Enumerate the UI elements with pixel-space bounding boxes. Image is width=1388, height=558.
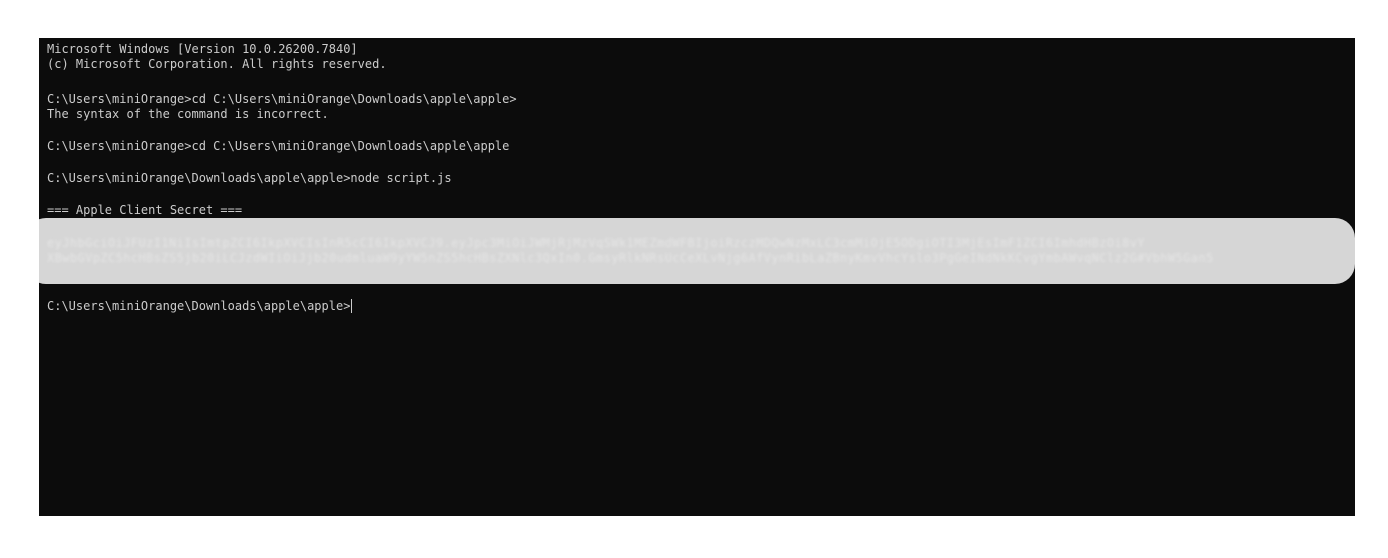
terminal-line-error: The syntax of the command is incorrect. (47, 107, 329, 121)
text-cursor (351, 299, 353, 313)
redacted-secret-block: eyJhbGciOiJFUzI1NiIsImtpZCI6IkpXVCIsInR5… (39, 218, 1355, 284)
terminal-line-command-1: C:\Users\miniOrange>cd C:\Users\miniOran… (47, 92, 517, 106)
secret-line-1: eyJhbGciOiJFUzI1NiIsImtpZCI6IkpXVCIsInR5… (47, 236, 1145, 250)
terminal-line-copyright: (c) Microsoft Corporation. All rights re… (47, 57, 387, 71)
terminal-window[interactable]: Microsoft Windows [Version 10.0.26200.78… (39, 38, 1355, 516)
terminal-line-command-3: C:\Users\miniOrange\Downloads\apple\appl… (47, 171, 452, 185)
terminal-prompt-line[interactable]: C:\Users\miniOrange\Downloads\apple\appl… (47, 299, 353, 313)
terminal-line-version: Microsoft Windows [Version 10.0.26200.78… (47, 42, 358, 56)
terminal-line-secret-header: === Apple Client Secret === (47, 203, 243, 217)
terminal-prompt: C:\Users\miniOrange\Downloads\apple\appl… (47, 299, 351, 313)
terminal-line-command-2: C:\Users\miniOrange>cd C:\Users\miniOran… (47, 139, 510, 153)
secret-line-2: XBwbGVpZC5hcHBsZS5jb20iLCJzdWIiOiJjb20ud… (47, 251, 1214, 265)
